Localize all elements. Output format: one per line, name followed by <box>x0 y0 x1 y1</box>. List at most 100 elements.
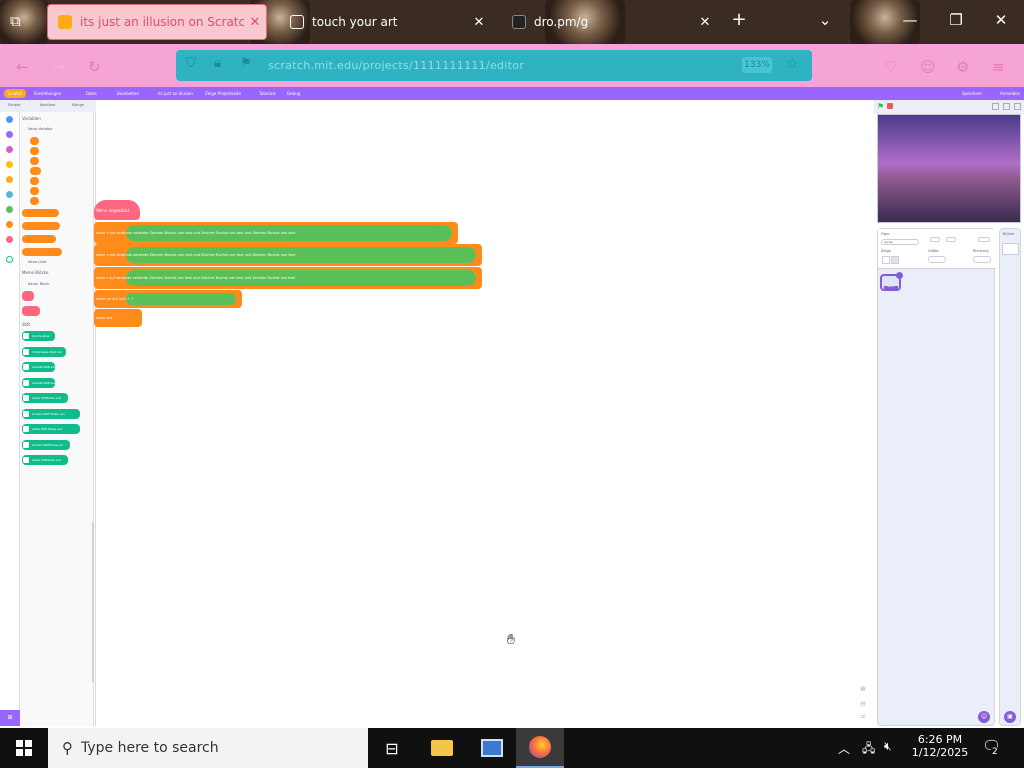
clock[interactable]: 6:26 PM 1/12/2025 <box>905 733 975 773</box>
account-icon[interactable]: ☺ <box>920 58 936 76</box>
stage-thumbnail[interactable] <box>1002 243 1019 255</box>
hide-variable-block[interactable] <box>22 248 62 256</box>
size-input[interactable] <box>978 237 990 242</box>
stage-canvas[interactable] <box>877 114 1021 223</box>
category-operators[interactable] <box>6 206 13 213</box>
set-variable-block[interactable]: setze y auf verbinde verbinde Zeichen Bu… <box>94 244 482 266</box>
category-looks[interactable] <box>6 131 13 138</box>
make-block-button[interactable]: Neuer Block <box>28 282 49 286</box>
large-stage-icon[interactable] <box>1003 103 1010 110</box>
minimize-button[interactable]: — <box>898 11 922 29</box>
show-variable-block[interactable] <box>22 235 56 243</box>
size-field[interactable] <box>928 256 946 263</box>
zoom-reset-icon[interactable]: = <box>860 713 866 721</box>
category-variables[interactable] <box>6 221 13 228</box>
tab-dro-pm[interactable]: dro.pm/g ✕ <box>502 4 716 40</box>
pen-block[interactable]: setze Stift Farbe auf <box>22 424 80 434</box>
menu-file[interactable]: Datei <box>86 91 97 96</box>
menu-save[interactable]: Speichern <box>962 91 982 96</box>
task-view-icon[interactable]: ⊟ <box>368 728 416 768</box>
network-icon[interactable]: 🖧︎ <box>862 739 875 779</box>
add-extension-button[interactable]: ⊞ <box>0 710 20 726</box>
pen-block[interactable]: schalte Stift ein <box>22 362 55 372</box>
variable-reporter[interactable] <box>30 167 41 175</box>
category-sound[interactable] <box>6 146 13 153</box>
app-window-icon[interactable] <box>468 728 516 768</box>
tab-overview-icon[interactable]: ⧉ <box>10 12 21 30</box>
variable-reporter[interactable] <box>30 177 39 185</box>
new-tab-button[interactable]: + <box>727 9 751 30</box>
tab-sounds[interactable]: Klänge <box>72 103 84 107</box>
category-motion[interactable] <box>6 116 13 123</box>
pen-block[interactable]: lösche alles <box>22 331 55 341</box>
custom-block[interactable] <box>22 291 34 301</box>
make-list-button[interactable]: Neue Liste <box>28 260 47 264</box>
set-variable-block[interactable]: setze auf <box>94 309 142 327</box>
taskbar-search[interactable]: ⚲ Type here to search <box>48 728 368 768</box>
variable-reporter[interactable] <box>30 197 39 205</box>
menu-icon[interactable]: ≡ <box>992 58 1005 76</box>
forward-icon[interactable]: → <box>52 58 65 76</box>
add-backdrop-icon[interactable]: ▣ <box>1004 711 1016 723</box>
tab-scratch[interactable]: its just an illusion on Scratch ✕ <box>47 4 267 40</box>
delete-sprite-icon[interactable] <box>896 272 903 279</box>
y-input[interactable] <box>946 237 956 242</box>
close-icon[interactable]: ✕ <box>244 15 266 30</box>
zoom-level[interactable]: 133% <box>742 57 772 73</box>
variable-reporter[interactable] <box>30 137 39 145</box>
pocket-icon[interactable]: ♡ <box>884 58 897 76</box>
restore-button[interactable]: ❐ <box>944 11 968 29</box>
show-visible-button[interactable] <box>882 256 890 264</box>
tab-code[interactable]: Skripte <box>8 103 20 107</box>
direction-field[interactable] <box>973 256 991 263</box>
close-window-button[interactable]: ✕ <box>989 11 1013 29</box>
menu-settings[interactable]: Einstellungen <box>34 91 61 96</box>
pen-block[interactable]: setze Stiftdicke auf <box>22 455 68 465</box>
category-events[interactable] <box>6 161 13 168</box>
category-myblocks[interactable] <box>6 236 13 243</box>
pen-block[interactable]: setze Stiftfarbe auf <box>22 393 68 403</box>
sprite-name-input[interactable]: sprite <box>881 239 919 245</box>
stage-selector[interactable]: Bühne ▣ <box>999 228 1021 726</box>
hide-button[interactable] <box>891 256 899 264</box>
category-pen[interactable] <box>6 256 13 263</box>
fullscreen-icon[interactable] <box>1014 103 1021 110</box>
pen-block[interactable]: hinterlasse Abdruck <box>22 346 66 357</box>
tab-list-chevron-icon[interactable]: ⌄ <box>813 11 837 29</box>
variable-reporter[interactable] <box>30 147 39 155</box>
url-text[interactable]: scratch.mit.edu/projects/1111111111/edit… <box>268 59 524 72</box>
change-variable-block[interactable] <box>22 222 60 230</box>
menu-project-page[interactable]: Zeige Projektseite <box>205 91 241 96</box>
stop-icon[interactable] <box>887 103 893 109</box>
set-variable-block[interactable]: setze x auf verbinde verbinde Zeichen Bu… <box>94 222 458 244</box>
lock-icon[interactable]: 🔒︎ <box>214 56 221 71</box>
small-stage-icon[interactable] <box>992 103 999 110</box>
shield-icon[interactable]: ⛉ <box>186 56 196 71</box>
menu-debug[interactable]: Debug <box>287 91 300 96</box>
notifications-icon[interactable]: 🗨︎ 2 <box>982 737 1001 777</box>
custom-block[interactable] <box>22 306 40 316</box>
address-bar[interactable]: ⛉ 🔒︎ ⚑ scratch.mit.edu/projects/11111111… <box>176 50 812 81</box>
close-icon[interactable]: ✕ <box>694 15 716 30</box>
green-flag-icon[interactable]: ⚑ <box>877 102 884 111</box>
project-title[interactable]: its just an illusion <box>158 91 193 96</box>
pen-block[interactable]: ändere Stiftdicke um <box>22 439 70 450</box>
zoom-in-icon[interactable]: ⊕ <box>860 685 866 693</box>
pen-block[interactable]: schalte Stift aus <box>22 377 56 388</box>
menu-edit[interactable]: Bearbeiten <box>117 91 139 96</box>
add-sprite-icon[interactable]: ☺ <box>978 711 990 723</box>
set-variable-block[interactable] <box>22 209 59 217</box>
category-sensing[interactable] <box>6 191 13 198</box>
zoom-out-icon[interactable]: ⊖ <box>860 700 866 708</box>
menu-tutorials[interactable]: Tutorials <box>259 91 276 96</box>
volume-muted-icon[interactable]: 🔇︎ <box>884 739 892 779</box>
set-variable-block[interactable]: setze z auf verbinde verbinde Zeichen Bu… <box>94 267 482 289</box>
category-control[interactable] <box>6 176 13 183</box>
set-variable-block[interactable]: setze dir auf und + + <box>94 290 242 308</box>
back-icon[interactable]: ← <box>16 58 29 76</box>
firefox-icon[interactable] <box>516 728 564 768</box>
close-icon[interactable]: ✕ <box>468 15 490 30</box>
permissions-icon[interactable]: ⚑ <box>240 56 252 71</box>
tab-costumes[interactable]: Kostüme <box>40 103 55 107</box>
variable-reporter[interactable] <box>30 187 39 195</box>
